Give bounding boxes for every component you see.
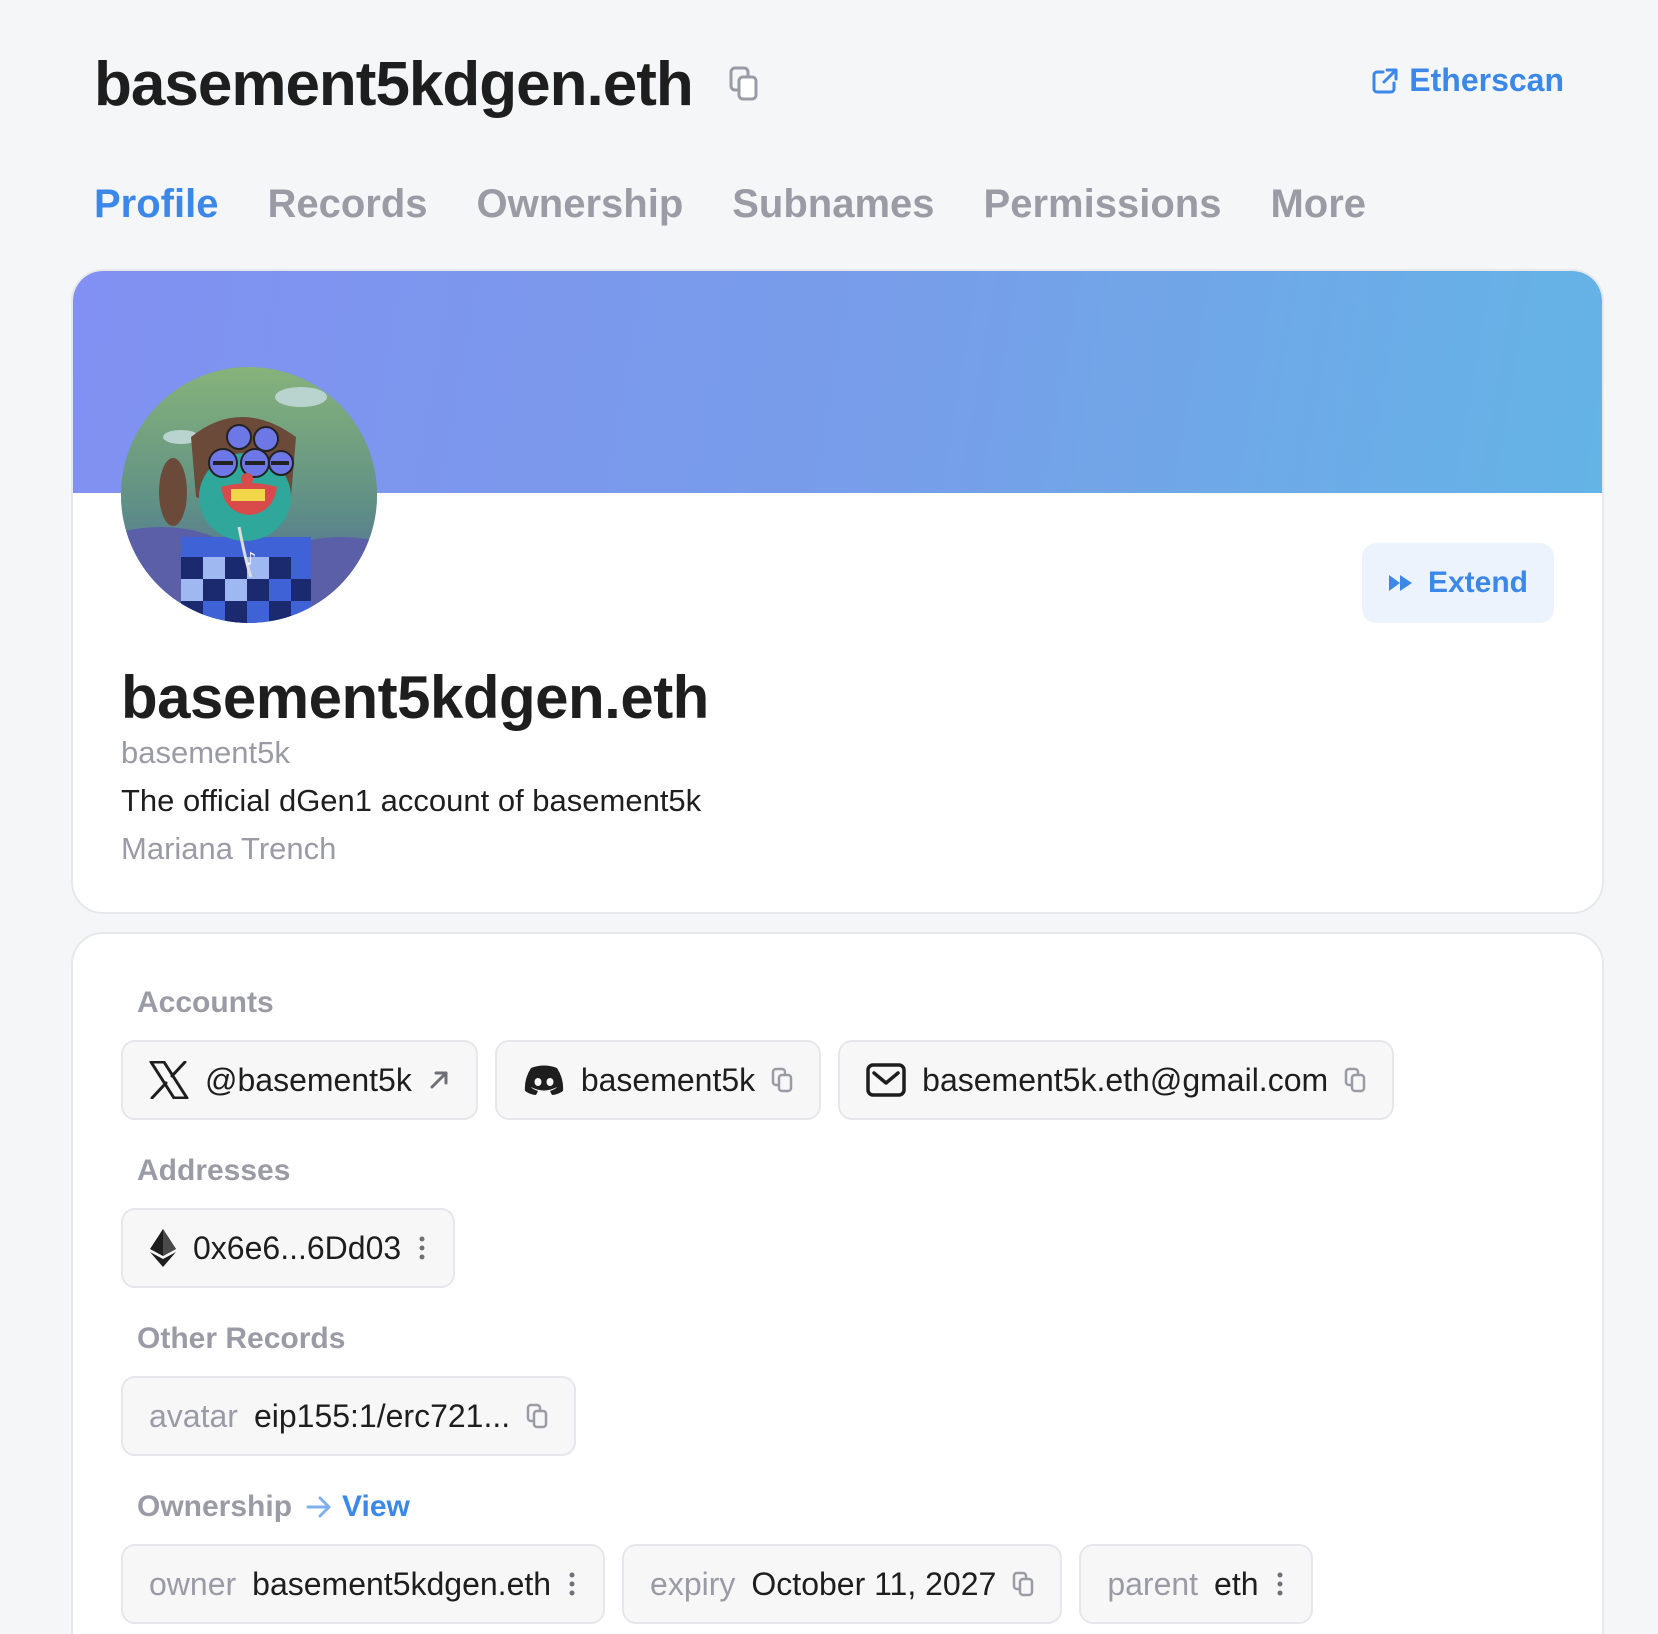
tab-records[interactable]: Records: [267, 182, 427, 227]
account-chip-email[interactable]: basement5k.eth@gmail.com: [838, 1040, 1395, 1120]
external-link-icon: [1371, 67, 1399, 95]
profile-name: basement5kdgen.eth: [121, 664, 709, 731]
more-vertical-icon[interactable]: [417, 1235, 427, 1261]
more-vertical-icon[interactable]: [1275, 1571, 1285, 1597]
email-icon: [866, 1063, 906, 1097]
ethereum-icon: [149, 1228, 177, 1268]
addresses-heading: Addresses: [137, 1154, 291, 1187]
other-records-heading: Other Records: [137, 1322, 346, 1355]
ownership-key: parent: [1107, 1565, 1199, 1602]
tab-bar: Profile Records Ownership Subnames Permi…: [94, 182, 1366, 227]
tab-permissions[interactable]: Permissions: [984, 182, 1222, 227]
ownership-key: expiry: [650, 1565, 736, 1602]
copy-icon[interactable]: [727, 64, 761, 104]
account-value: basement5k.eth@gmail.com: [922, 1061, 1329, 1098]
account-chip-twitter[interactable]: @basement5k: [121, 1040, 478, 1120]
record-key: avatar: [149, 1397, 238, 1434]
account-value: @basement5k: [205, 1061, 412, 1098]
accounts-heading: Accounts: [137, 986, 274, 1019]
copy-icon[interactable]: [1012, 1571, 1034, 1597]
tab-ownership[interactable]: Ownership: [477, 182, 684, 227]
ownership-value: eth: [1214, 1565, 1259, 1602]
accounts-row: @basement5k basement5k basement5k.eth@gm…: [121, 1040, 1395, 1120]
record-chip-avatar[interactable]: avatar eip155:1/erc721...: [121, 1376, 577, 1456]
etherscan-link[interactable]: Etherscan: [1371, 62, 1564, 99]
ownership-value: October 11, 2027: [751, 1565, 997, 1602]
page-title: basement5kdgen.eth: [94, 49, 694, 119]
arrow-right-icon: [306, 1496, 332, 1518]
ownership-chip-owner[interactable]: owner basement5kdgen.eth: [121, 1544, 606, 1624]
addresses-row: 0x6e6...6Dd03: [121, 1208, 456, 1288]
profile-description: The official dGen1 account of basement5k: [121, 783, 702, 818]
ownership-row: owner basement5kdgen.eth expiry October …: [121, 1544, 1313, 1624]
tab-profile[interactable]: Profile: [94, 182, 218, 227]
view-label: View: [342, 1490, 410, 1523]
tab-subnames[interactable]: Subnames: [732, 182, 934, 227]
discord-icon: [523, 1064, 565, 1096]
etherscan-label: Etherscan: [1409, 62, 1564, 98]
view-ownership-link[interactable]: View: [306, 1490, 410, 1524]
ownership-value: basement5kdgen.eth: [252, 1565, 552, 1602]
address-value: 0x6e6...6Dd03: [193, 1229, 402, 1266]
ownership-chip-parent[interactable]: parent eth: [1079, 1544, 1313, 1624]
extend-button[interactable]: Extend: [1362, 543, 1554, 623]
ownership-heading: Ownership View: [137, 1490, 410, 1524]
svg-text:♪: ♪: [245, 549, 257, 570]
record-value: eip155:1/erc721...: [253, 1397, 511, 1434]
avatar: ♪: [121, 367, 377, 623]
other-records-row: avatar eip155:1/erc721...: [121, 1376, 577, 1456]
tab-more[interactable]: More: [1270, 182, 1366, 227]
fast-forward-icon: [1388, 573, 1414, 593]
more-vertical-icon[interactable]: [567, 1571, 577, 1597]
arrow-up-right-icon: [428, 1069, 450, 1091]
extend-label: Extend: [1427, 566, 1529, 599]
address-chip-eth[interactable]: 0x6e6...6Dd03: [121, 1208, 456, 1288]
ownership-label: Ownership: [137, 1490, 293, 1523]
copy-icon[interactable]: [526, 1403, 548, 1429]
records-card: Accounts @basement5k basement5k basement…: [71, 932, 1604, 1634]
copy-icon[interactable]: [1344, 1067, 1366, 1093]
ownership-key: owner: [149, 1565, 237, 1602]
account-chip-discord[interactable]: basement5k: [494, 1040, 822, 1120]
ownership-chip-expiry[interactable]: expiry October 11, 2027: [622, 1544, 1063, 1624]
account-value: basement5k: [580, 1061, 756, 1098]
profile-card: ♪ Extend basement5kdgen.eth basement5k T…: [71, 269, 1604, 914]
x-twitter-icon: [149, 1061, 189, 1099]
page-header: basement5kdgen.eth Etherscan: [94, 44, 1564, 124]
profile-username: basement5k: [121, 735, 290, 770]
copy-icon[interactable]: [771, 1067, 793, 1093]
profile-location: Mariana Trench: [121, 831, 337, 866]
